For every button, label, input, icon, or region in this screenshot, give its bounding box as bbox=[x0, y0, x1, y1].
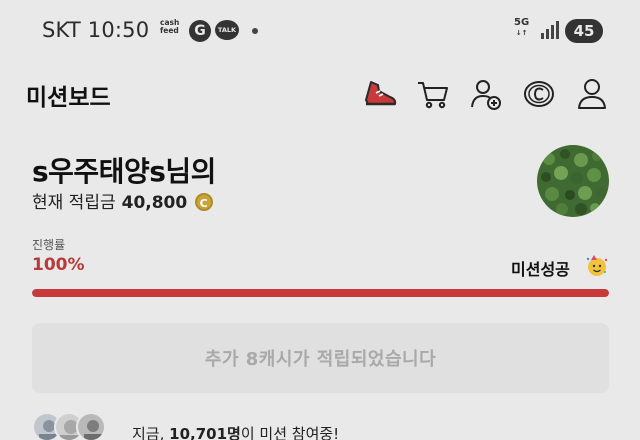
page-title: 미션보드 bbox=[26, 85, 111, 111]
cashfeed-icon: cash feed bbox=[160, 18, 180, 35]
kakaotalk-icon: TALK bbox=[215, 20, 239, 40]
mission-status: 미션성공 bbox=[511, 260, 570, 279]
coin-icon: C bbox=[194, 193, 213, 211]
reward-claimed-button[interactable]: 추가 8캐시가 적립되었습니다 bbox=[32, 323, 609, 393]
add-user-icon[interactable] bbox=[468, 76, 504, 112]
party-face-icon bbox=[586, 255, 608, 276]
notification-dot-icon bbox=[252, 28, 258, 34]
profile-icon[interactable] bbox=[574, 76, 610, 112]
g-app-icon: G bbox=[189, 20, 211, 42]
clover-avatar-image bbox=[537, 145, 609, 217]
points-row: 현재 적립금 40,800 C bbox=[32, 188, 213, 213]
network-5g-icon: 5G ↓↑ bbox=[514, 17, 530, 38]
avatar[interactable] bbox=[537, 145, 609, 217]
status-bar: SKT 10:50 cash feed G TALK 5G ↓↑ 45 bbox=[0, 0, 640, 62]
progress-bar bbox=[32, 289, 609, 297]
points-value: 40,800 bbox=[121, 193, 188, 213]
participants-count: 10,701명 bbox=[169, 425, 241, 440]
carrier-time: SKT 10:50 bbox=[42, 18, 150, 42]
points-label: 현재 적립금 bbox=[32, 193, 116, 213]
cart-icon[interactable] bbox=[415, 76, 451, 112]
cash-coin-icon[interactable] bbox=[521, 76, 557, 112]
participants-text: 지금, 10,701명이 미션 참여중! bbox=[132, 423, 339, 440]
battery-icon: 45 bbox=[565, 19, 603, 43]
progress-bar-fill bbox=[32, 289, 609, 297]
progress-label: 진행률 bbox=[32, 238, 66, 252]
app-header: 미션보드 bbox=[0, 62, 640, 122]
user-name: s우주태양s님의 bbox=[32, 155, 216, 188]
progress-percent: 100% bbox=[32, 255, 85, 275]
signal-icon bbox=[541, 21, 559, 39]
participants-row: 지금, 10,701명이 미션 참여중! bbox=[32, 412, 632, 440]
sneaker-icon[interactable] bbox=[362, 76, 398, 112]
participant-avatar bbox=[76, 412, 106, 440]
